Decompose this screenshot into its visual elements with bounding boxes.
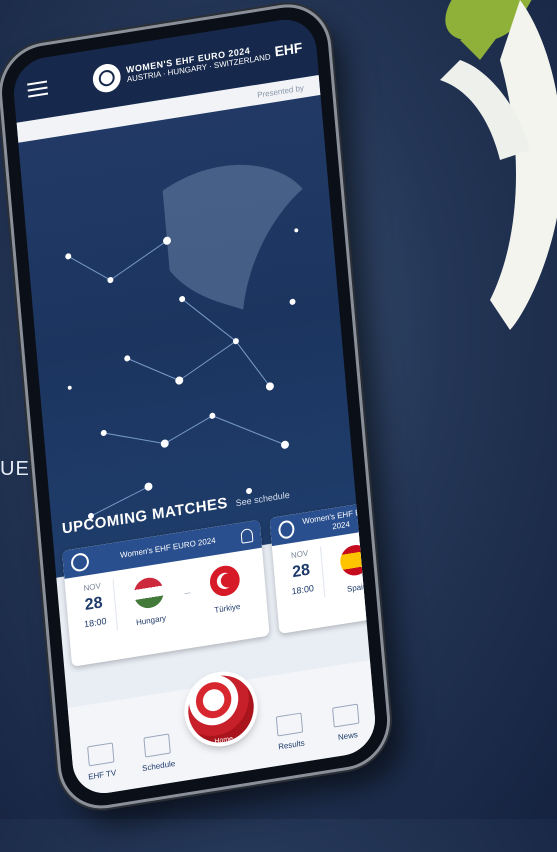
app-screen: WOMEN'S EHF EURO 2024 AUSTRIA · HUNGARY … [11,15,378,798]
turkey-flag-icon [208,563,242,599]
sponsor-label: Presented by [256,82,305,100]
home-team-name: Spain [346,581,368,594]
competition-logo-icon [277,519,296,540]
nav-item-schedule[interactable]: Schedule [131,732,183,775]
calendar-icon [143,733,171,758]
handball-home-icon: Home [185,670,257,748]
match-time: 18:00 [291,583,315,597]
competition-logo-icon [70,551,90,573]
phone-frame: WOMEN'S EHF EURO 2024 AUSTRIA · HUNGARY … [0,1,391,812]
bell-icon[interactable] [240,527,254,544]
side-caption: UE! [0,458,37,480]
tv-icon [86,742,115,767]
hungary-flag-icon [132,575,165,611]
away-team-name: Türkiye [214,601,241,615]
home-team-name: Hungary [135,613,167,628]
ehf-brand[interactable]: EHF [274,39,303,59]
spain-flag-icon [338,542,371,578]
away-team: Türkiye [190,557,261,619]
nav-label: Results [277,738,305,752]
match-time: 18:00 [83,615,107,630]
phone-mockup: WOMEN'S EHF EURO 2024 AUSTRIA · HUNGARY … [0,0,557,852]
handball-logo-icon [91,61,122,95]
nav-item-home[interactable]: Home [185,670,260,766]
match-date: NOV 28 18:00 [71,579,118,637]
match-day: 28 [84,594,104,615]
vs-separator: – [184,587,191,600]
constellation-illustration [65,164,303,520]
nav-item-results[interactable]: Results [264,711,316,754]
nav-label: EHF TV [87,768,117,782]
match-card[interactable]: Women's EHF EURO 2024 NOV 28 18:00 Spain [269,499,378,634]
home-team: Hungary [114,569,185,631]
match-date: NOV 28 18:00 [278,546,326,605]
nav-label: Schedule [141,758,176,774]
results-icon [275,712,304,737]
nav-item-news[interactable]: News [321,702,373,745]
news-icon [332,703,360,728]
nav-item-ehf-tv[interactable]: EHF TV [75,741,127,784]
nav-label: News [337,729,359,743]
menu-icon[interactable] [27,80,49,98]
bottom-nav: EHF TV Schedule Home Results News [67,660,378,798]
match-day: 28 [291,561,311,582]
home-team: Spain [321,536,378,597]
nav-home-label: Home [214,735,234,746]
